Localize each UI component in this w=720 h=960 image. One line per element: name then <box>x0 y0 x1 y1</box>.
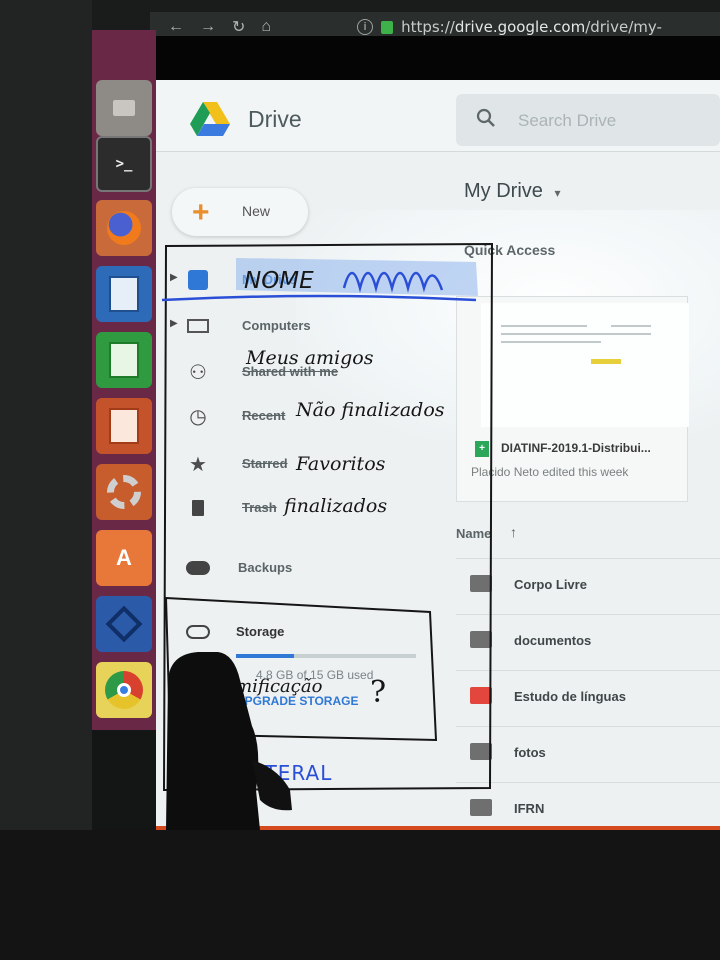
firefox-icon[interactable] <box>96 200 152 256</box>
cloud-outline-icon <box>186 622 210 642</box>
back-icon[interactable]: ← <box>168 18 184 36</box>
app-name: Drive <box>248 106 302 132</box>
expand-arrow-icon[interactable]: ▶ <box>170 272 178 283</box>
expand-arrow-icon[interactable]: ▶ <box>170 318 178 329</box>
sidebar-item-label: Storage <box>236 624 285 639</box>
sidebar-item-label: Backups <box>238 560 293 575</box>
sidebar-item-my-drive[interactable]: ▶ My Drive <box>156 260 456 300</box>
folder-name: Estudo de línguas <box>514 689 626 704</box>
folder-name: IFRN <box>514 801 545 816</box>
page-title-label: My Drive <box>464 180 543 202</box>
info-icon[interactable]: i <box>357 19 374 35</box>
drive-logo-icon[interactable] <box>190 102 230 136</box>
drive-icon <box>186 270 210 290</box>
folder-name: fotos <box>514 745 546 760</box>
sidebar-item-trash[interactable]: Trash <box>156 488 456 528</box>
url-path: /drive/my- <box>585 18 662 36</box>
sheets-icon: + <box>475 441 489 457</box>
sidebar-item-computers[interactable]: ▶ Computers <box>156 306 456 346</box>
sort-ascending-icon[interactable]: ↑ <box>510 524 517 540</box>
reload-icon[interactable]: ↻ <box>232 17 245 37</box>
cloud-icon <box>186 558 210 578</box>
folder-icon <box>470 575 492 592</box>
folder-row[interactable]: IFRN <box>456 782 720 830</box>
sidebar-item-starred[interactable]: ★ Starred <box>156 444 456 484</box>
calc-icon[interactable] <box>96 332 152 388</box>
system-settings-icon[interactable] <box>96 464 152 520</box>
folder-icon <box>470 687 492 704</box>
file-thumbnail <box>481 303 689 427</box>
lock-icon <box>381 20 394 34</box>
file-name: DIATINF-2019.1-Distribui... <box>501 441 651 455</box>
url-host: drive.google.com <box>454 18 586 36</box>
folder-icon <box>470 631 492 648</box>
quick-access-heading: Quick Access <box>464 242 556 258</box>
home-icon[interactable]: ⌂ <box>261 18 271 36</box>
computers-icon <box>186 316 210 336</box>
terminal-icon[interactable]: >_ <box>96 136 152 192</box>
name-column-header[interactable]: Name <box>456 526 491 541</box>
ubuntu-launcher: >_ A <box>92 30 156 730</box>
hand-silhouette <box>166 652 292 830</box>
search-placeholder: Search Drive <box>518 111 617 130</box>
folder-row[interactable]: documentos <box>456 614 720 670</box>
sidebar-item-label: My Drive <box>242 272 297 287</box>
address-bar[interactable]: i https://drive.google.com/drive/my- <box>357 18 662 36</box>
folder-row[interactable]: fotos <box>456 726 720 782</box>
chevron-down-icon: ▾ <box>554 186 561 200</box>
sidebar-item-label: Shared with me <box>242 364 339 379</box>
search-box[interactable]: Search Drive <box>456 94 720 146</box>
people-icon: ⚇ <box>189 361 207 384</box>
new-button[interactable]: + New <box>172 188 308 236</box>
plus-icon: + <box>192 196 210 229</box>
quick-access-file-card[interactable]: + DIATINF-2019.1-Distribui... Placido Ne… <box>456 296 689 502</box>
folder-icon <box>470 743 492 760</box>
folder-name: documentos <box>514 633 592 648</box>
page-title[interactable]: My Drive ▾ <box>464 180 560 203</box>
sidebar-item-label: Recent <box>242 408 286 423</box>
sidebar-item-label: Starred <box>242 456 288 471</box>
star-icon: ★ <box>189 453 207 476</box>
folder-row[interactable]: Corpo Livre <box>456 558 720 614</box>
folder-row[interactable]: Estudo de línguas <box>456 670 720 726</box>
redacted-strip <box>100 36 720 80</box>
new-label: New <box>242 203 271 219</box>
files-icon[interactable] <box>96 80 152 136</box>
folder-icon <box>470 799 492 816</box>
impress-icon[interactable] <box>96 398 152 454</box>
folder-name: Corpo Livre <box>514 577 587 592</box>
search-icon <box>476 108 495 127</box>
forward-icon[interactable]: → <box>200 18 216 36</box>
sidebar-item-shared[interactable]: ⚇ Shared with me <box>156 352 456 392</box>
software-center-icon[interactable]: A <box>96 530 152 586</box>
sidebar-item-label: Computers <box>242 318 311 333</box>
sidebar-item-recent[interactable]: ◷ Recent <box>156 396 456 436</box>
sidebar-item-label: Trash <box>242 500 277 515</box>
file-meta: Placido Neto edited this week <box>471 465 629 479</box>
trash-icon <box>186 498 210 518</box>
clock-icon: ◷ <box>189 405 207 428</box>
chrome-icon[interactable] <box>96 662 152 718</box>
vscode-icon[interactable] <box>96 596 152 652</box>
writer-icon[interactable] <box>96 266 152 322</box>
sidebar-item-backups[interactable]: Backups <box>156 548 456 588</box>
url-scheme: https:// <box>401 18 455 36</box>
background-bottom <box>0 830 720 960</box>
background-left <box>0 0 92 830</box>
app-header: Drive Search Drive <box>156 80 720 152</box>
